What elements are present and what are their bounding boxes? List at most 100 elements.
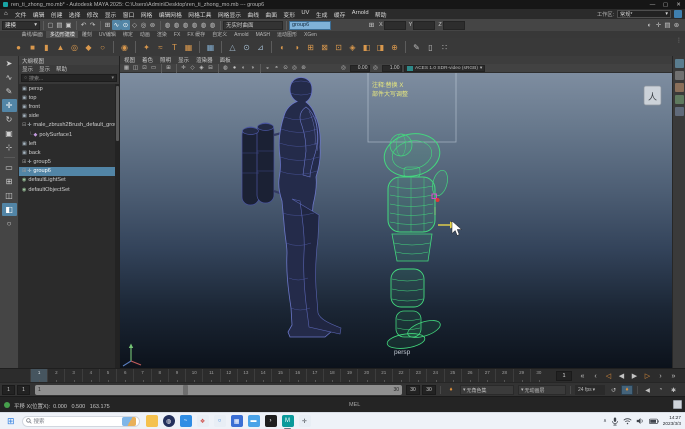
menubar-item-16[interactable]: 缓存 — [331, 10, 349, 19]
wifi-icon[interactable] — [623, 417, 632, 425]
menubar-item-11[interactable]: 曲线 — [244, 10, 262, 19]
set-key-icon[interactable]: ♦ — [446, 385, 456, 395]
auto-key-toggle[interactable]: ♦ — [621, 385, 633, 395]
playback-start-field[interactable]: 1 — [2, 385, 15, 395]
sort-icon[interactable]: ▤ — [663, 20, 672, 30]
character-controls-tab[interactable] — [675, 107, 684, 116]
timeline-frame-16[interactable]: 16 — [289, 369, 306, 383]
menubar-item-7[interactable]: 网格 — [138, 10, 156, 19]
motion-blur-icon[interactable]: ⊙ — [281, 64, 290, 72]
anim-preferences-icon[interactable]: ◔ — [655, 385, 666, 395]
selection-mask-render-icon[interactable]: ◍ — [208, 20, 217, 30]
timeline-frame-26[interactable]: 26 — [461, 369, 478, 383]
home-icon[interactable]: ⌂ — [4, 11, 8, 17]
move-tool[interactable]: ✛ — [2, 99, 17, 112]
align-icon[interactable]: △ — [226, 40, 239, 54]
outliner-item-group6[interactable]: ⊞✛group6 — [19, 167, 115, 176]
menubar-item-10[interactable]: 网格显示 — [215, 10, 245, 19]
terminal-icon[interactable]: › — [265, 415, 277, 427]
timeline-frame-22[interactable]: 22 — [392, 369, 409, 383]
outliner-menu-0[interactable]: 显示 — [22, 65, 33, 73]
search-app-icon[interactable]: ○ — [214, 415, 226, 427]
timeline-frame-8[interactable]: 8 — [151, 369, 168, 383]
gamma-icon[interactable]: ◎ — [371, 64, 380, 72]
scrollbar-thumb[interactable] — [116, 86, 119, 141]
evaluation-icon[interactable]: ✛ — [654, 20, 663, 30]
make-live-icon[interactable]: ⊚ — [148, 20, 157, 30]
modeling-toolkit-tab[interactable] — [675, 95, 684, 104]
menubar-item-4[interactable]: 修改 — [84, 10, 102, 19]
timeline-frame-1[interactable]: 1 — [30, 369, 47, 383]
playback-go-to-end[interactable]: » — [667, 370, 680, 382]
playback-end-field[interactable]: 30 — [422, 385, 436, 395]
playback-loop-icon[interactable]: ↺ — [608, 385, 619, 395]
lasso-select-tool[interactable]: ∿ — [2, 71, 17, 84]
minimize-button[interactable]: — — [646, 2, 659, 8]
combine-icon[interactable]: ◐ — [276, 40, 289, 54]
timeline-frame-24[interactable]: 24 — [426, 369, 443, 383]
menubar-item-13[interactable]: 变形 — [280, 10, 298, 19]
game-launcher-icon[interactable]: ❖ — [197, 415, 209, 427]
outliner-item-side[interactable]: ▣side — [19, 112, 115, 121]
gate-mask-icon[interactable]: ⊟ — [206, 64, 215, 72]
layout-zoom[interactable]: ○ — [2, 217, 17, 230]
timeline-frame-5[interactable]: 5 — [99, 369, 116, 383]
quad-draw-icon[interactable]: ✦ — [140, 40, 153, 54]
maya-icon[interactable]: M — [282, 415, 294, 427]
battery-icon[interactable] — [649, 418, 659, 425]
rename-input[interactable]: group6 — [289, 21, 331, 30]
timeline-frame-2[interactable]: 2 — [47, 369, 64, 383]
menubar-item-18[interactable]: 帮助 — [372, 10, 390, 19]
image-plane-icon[interactable]: ⊞ — [164, 64, 173, 72]
measure-icon[interactable]: ⊿ — [254, 40, 267, 54]
last-used-tool[interactable]: ⊹ — [2, 141, 17, 154]
ao-icon[interactable]: ◓ — [272, 64, 281, 72]
playback-step-back-key[interactable]: ◁ — [602, 370, 615, 382]
uv-editor-icon[interactable]: ▯ — [424, 40, 437, 54]
exposure-field[interactable]: 0.00 — [350, 65, 370, 72]
shelf-tab-1[interactable]: 多边形建模 — [46, 31, 78, 38]
menubar-item-6[interactable]: 窗口 — [120, 10, 138, 19]
mel-command-line[interactable]: MEL — [349, 402, 360, 408]
timeline-frame-6[interactable]: 6 — [116, 369, 133, 383]
snip-tool-icon[interactable]: ✛ — [299, 415, 311, 427]
playback-go-to-start[interactable]: « — [576, 370, 589, 382]
mute-icon[interactable]: ◀ — [642, 385, 653, 395]
outliner-item-persp[interactable]: ▣persp — [19, 84, 115, 93]
timeline-frame-19[interactable]: 19 — [340, 369, 357, 383]
outliner-menu-1[interactable]: 显示 — [39, 65, 50, 73]
attribute-editor-tab[interactable] — [675, 59, 684, 68]
timeline-frame-28[interactable]: 28 — [495, 369, 512, 383]
expand-toggle-icon[interactable]: ⊞ — [22, 168, 26, 174]
timeline-frame-17[interactable]: 17 — [306, 369, 323, 383]
redo-icon[interactable]: ↷ — [88, 20, 97, 30]
menubar-item-17[interactable]: Arnold — [349, 10, 372, 19]
shaded-icon[interactable]: ● — [230, 64, 239, 72]
timeline-frame-10[interactable]: 10 — [185, 369, 202, 383]
playback-step-forward-frame[interactable]: › — [654, 370, 667, 382]
outliner-scrollbar[interactable] — [115, 84, 119, 368]
shelf-tab-11[interactable]: MASH — [252, 31, 273, 38]
paint-select-tool[interactable]: ✎ — [2, 85, 17, 98]
calculator-icon[interactable]: ▦ — [231, 415, 243, 427]
y-coordinate-input[interactable] — [413, 21, 435, 30]
crease-tool-icon[interactable]: ✎ — [410, 40, 423, 54]
tool-settings-tab[interactable] — [675, 71, 684, 80]
current-frame-field[interactable]: 1 — [556, 371, 572, 381]
timeline-frame-25[interactable]: 25 — [444, 369, 461, 383]
menubar-item-2[interactable]: 创建 — [48, 10, 66, 19]
shelf-tab-0[interactable]: 曲线/曲面 — [18, 31, 46, 38]
resolution-gate-icon[interactable]: ◈ — [197, 64, 206, 72]
boolean-icon[interactable]: ▦ — [204, 40, 217, 54]
shelf-tab-8[interactable]: FX 缓存 — [184, 31, 209, 38]
outliner-item-male_zbrush2Brush_default_group[interactable]: ⊟✛male_zbrush2Brush_default_group — [19, 121, 115, 130]
outliner-item-back[interactable]: ▣back — [19, 148, 115, 157]
preferences-icon[interactable]: ✱ — [668, 385, 679, 395]
file-explorer-icon[interactable] — [146, 415, 158, 427]
xray-icon[interactable]: ◎ — [290, 64, 299, 72]
timeline-track[interactable]: 1234567891011121314151617181920212223242… — [30, 369, 547, 383]
view-axis-gizmo[interactable] — [123, 344, 141, 367]
selection-mask-mesh-icon[interactable]: ◍ — [190, 20, 199, 30]
smooth-icon[interactable]: ⊞ — [304, 40, 317, 54]
poly-disc-icon[interactable]: ○ — [96, 40, 109, 54]
